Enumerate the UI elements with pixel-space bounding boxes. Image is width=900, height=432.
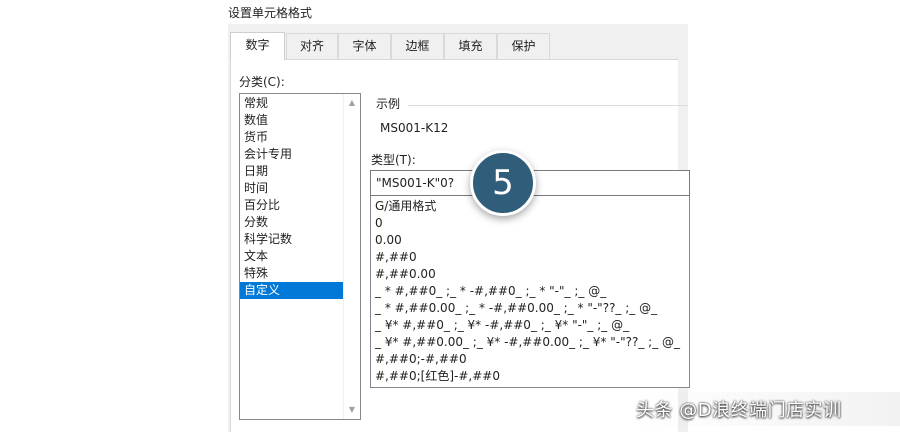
category-label: 分类(C): <box>239 75 285 89</box>
category-item-general[interactable]: 常规 <box>240 95 344 112</box>
watermark: 头条 @D浪终端门店实训 <box>636 400 842 421</box>
step-number-badge: 5 <box>470 150 536 216</box>
sample-label: 示例 <box>376 95 404 112</box>
tab-strip: 数字 对齐 字体 边框 填充 保护 <box>230 32 678 60</box>
format-item[interactable]: #,##0;-#,##0 <box>375 351 467 368</box>
format-code-list[interactable]: G/通用格式 0 0.00 #,##0 #,##0.00 _ * #,##0_ … <box>370 196 690 388</box>
tab-alignment[interactable]: 对齐 <box>286 33 338 59</box>
format-item[interactable]: #,##0 <box>375 249 417 266</box>
format-item[interactable]: 0 <box>375 215 383 232</box>
format-item[interactable]: _ * #,##0.00_ ;_ * -#,##0.00_ ;_ * "-"??… <box>375 300 657 317</box>
sample-group-divider <box>408 105 688 106</box>
scroll-up-icon[interactable]: ▲ <box>344 95 360 111</box>
category-item-fraction[interactable]: 分数 <box>240 214 344 231</box>
category-item-special[interactable]: 特殊 <box>240 265 344 282</box>
tab-fill[interactable]: 填充 <box>444 33 497 59</box>
format-item[interactable]: #,##0.00 <box>375 266 436 283</box>
format-item[interactable]: 0.00 <box>375 232 402 249</box>
category-item-date[interactable]: 日期 <box>240 163 344 180</box>
category-list[interactable]: 常规 数值 货币 会计专用 日期 时间 百分比 分数 科学记数 文本 特殊 自定… <box>239 93 361 420</box>
dialog-title: 设置单元格格式 <box>228 6 313 20</box>
type-label: 类型(T): <box>371 153 416 167</box>
scroll-down-icon[interactable]: ▼ <box>344 402 360 418</box>
format-item[interactable]: _ ¥* #,##0_ ;_ ¥* -#,##0_ ;_ ¥* "-"_ ;_ … <box>375 317 629 334</box>
tab-font[interactable]: 字体 <box>338 33 391 59</box>
category-item-text[interactable]: 文本 <box>240 248 344 265</box>
category-item-custom[interactable]: 自定义 <box>240 282 344 299</box>
category-item-currency[interactable]: 货币 <box>240 129 344 146</box>
format-item[interactable]: _ ¥* #,##0.00_ ;_ ¥* -#,##0.00_ ;_ ¥* "-… <box>375 334 680 351</box>
category-scrollbar[interactable]: ▲ ▼ <box>343 94 360 419</box>
category-item-scientific[interactable]: 科学记数 <box>240 231 344 248</box>
format-item[interactable]: #,##0;[红色]-#,##0 <box>375 368 500 385</box>
tab-protection[interactable]: 保护 <box>497 33 550 59</box>
category-item-accounting[interactable]: 会计专用 <box>240 146 344 163</box>
tab-border[interactable]: 边框 <box>391 33 444 59</box>
sample-value: MS001-K12 <box>380 121 449 135</box>
format-item[interactable]: _ * #,##0_ ;_ * -#,##0_ ;_ * "-"_ ;_ @_ <box>375 283 606 300</box>
format-item[interactable]: G/通用格式 <box>375 198 436 215</box>
category-item-time[interactable]: 时间 <box>240 180 344 197</box>
tab-number[interactable]: 数字 <box>230 32 285 60</box>
category-item-percentage[interactable]: 百分比 <box>240 197 344 214</box>
category-item-number[interactable]: 数值 <box>240 112 344 129</box>
